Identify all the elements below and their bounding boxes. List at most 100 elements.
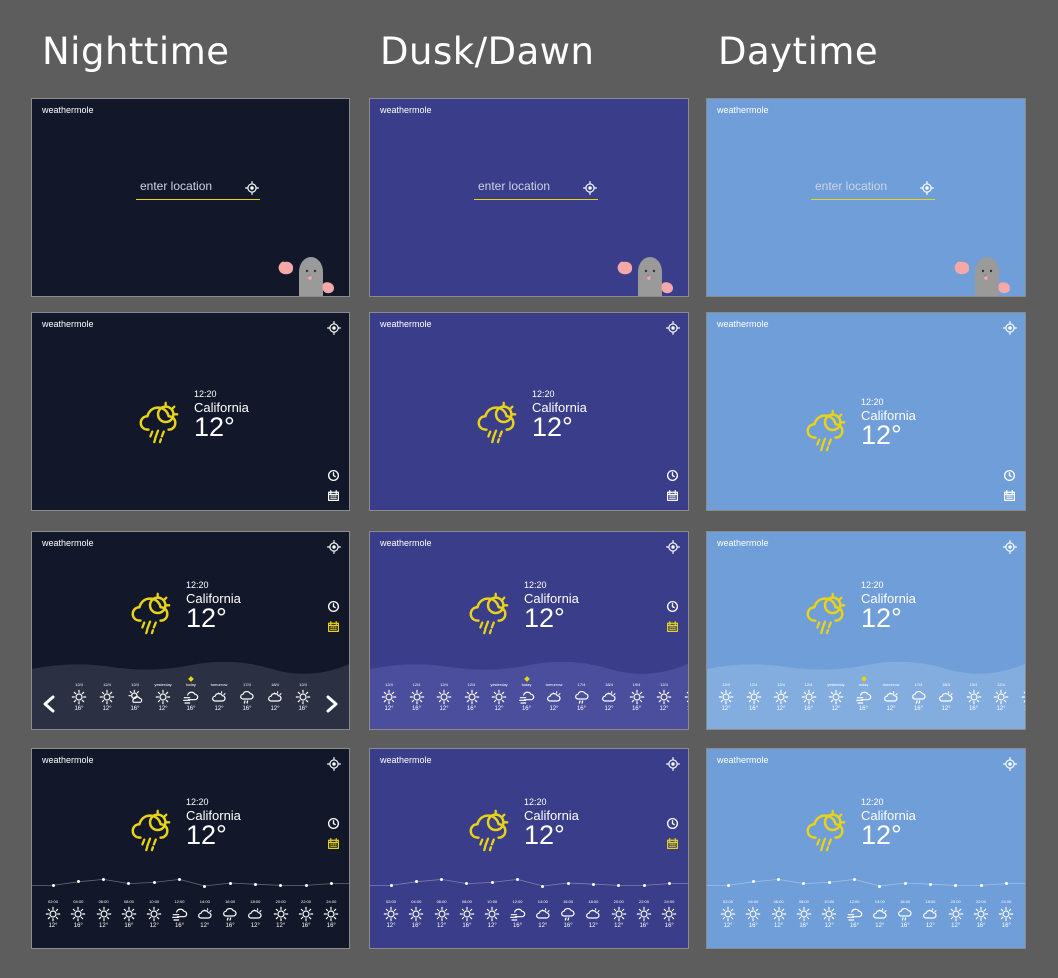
forecast-day[interactable]: today 16°: [178, 682, 204, 713]
forecast-day[interactable]: 19/4 16°: [961, 682, 987, 713]
forecast-day[interactable]: 12/4 12°: [94, 682, 120, 713]
forecast-hour[interactable]: 18:00 12°: [580, 899, 606, 930]
calendar-icon[interactable]: [666, 489, 679, 502]
forecast-day[interactable]: 12/4 16°: [290, 682, 316, 713]
forecast-day[interactable]: yesterday 12°: [150, 682, 176, 713]
forecast-hour[interactable]: 22:00 16°: [968, 899, 994, 930]
clock-icon[interactable]: [327, 469, 340, 482]
chevron-right-icon[interactable]: [325, 695, 339, 713]
forecast-day[interactable]: 12/4 16°: [66, 682, 92, 713]
forecast-day[interactable]: 12/4 16°: [122, 682, 148, 713]
gps-target-icon[interactable]: [1003, 757, 1017, 771]
forecast-day[interactable]: 18/4 12°: [262, 682, 288, 713]
calendar-icon[interactable]: [666, 837, 679, 850]
forecast-hour[interactable]: 08:00 16°: [116, 899, 142, 930]
gps-target-icon[interactable]: [1003, 321, 1017, 335]
chevron-left-icon[interactable]: [42, 695, 56, 713]
forecast-hour[interactable]: 10:00 12°: [141, 899, 167, 930]
location-pin-icon[interactable]: [920, 181, 934, 195]
forecast-hour[interactable]: 14:00 12°: [530, 899, 556, 930]
forecast-day[interactable]: 18/4 12°: [933, 682, 959, 713]
location-search[interactable]: enter location: [811, 179, 935, 200]
forecast-hour[interactable]: 18:00 12°: [917, 899, 943, 930]
forecast-hour[interactable]: 06:00 12°: [91, 899, 117, 930]
forecast-day[interactable]: 17/4 16°: [906, 682, 932, 713]
clock-icon[interactable]: [327, 600, 340, 613]
forecast-day[interactable]: 12/4 16°: [404, 682, 430, 713]
forecast-day[interactable]: today 16°: [514, 682, 540, 713]
clock-icon[interactable]: [666, 817, 679, 830]
forecast-day[interactable]: yesterday 12°: [823, 682, 849, 713]
forecast-hour[interactable]: 04:00 16°: [740, 899, 766, 930]
clock-icon[interactable]: [666, 600, 679, 613]
gps-target-icon[interactable]: [666, 321, 680, 335]
forecast-hour[interactable]: 20:00 12°: [606, 899, 632, 930]
forecast-hour[interactable]: 24:00 16°: [656, 899, 682, 930]
forecast-hour[interactable]: 14:00 12°: [192, 899, 218, 930]
gps-target-icon[interactable]: [327, 757, 341, 771]
forecast-hour[interactable]: 18:00 12°: [242, 899, 268, 930]
forecast-day[interactable]: tomorrow 12°: [878, 682, 904, 713]
clock-icon[interactable]: [666, 469, 679, 482]
forecast-day[interactable]: 12/4 16°: [459, 682, 485, 713]
location-search[interactable]: enter location: [136, 179, 260, 200]
forecast-hour[interactable]: 12:00 16°: [167, 899, 193, 930]
forecast-day[interactable]: 17/4 16°: [569, 682, 595, 713]
location-pin-icon[interactable]: [583, 181, 597, 195]
forecast-day[interactable]: 12/4 12°: [651, 682, 677, 713]
forecast-day[interactable]: 12/4 12°: [768, 682, 794, 713]
forecast-hour[interactable]: 02:00 12°: [378, 899, 404, 930]
forecast-hour[interactable]: 22:00 16°: [293, 899, 319, 930]
gps-target-icon[interactable]: [666, 540, 680, 554]
location-search[interactable]: enter location: [474, 179, 598, 200]
clock-icon[interactable]: [327, 817, 340, 830]
forecast-hour[interactable]: 04:00 16°: [403, 899, 429, 930]
forecast-day[interactable]: 12/4 16°: [679, 682, 688, 713]
forecast-day[interactable]: 12/4 16°: [741, 682, 767, 713]
forecast-hour[interactable]: 06:00 12°: [766, 899, 792, 930]
forecast-day[interactable]: 19/4 16°: [624, 682, 650, 713]
calendar-icon[interactable]: [327, 489, 340, 502]
forecast-hour[interactable]: 12:00 16°: [505, 899, 531, 930]
calendar-icon[interactable]: [666, 620, 679, 633]
forecast-hour[interactable]: 16:00 16°: [217, 899, 243, 930]
forecast-hour[interactable]: 20:00 12°: [268, 899, 294, 930]
forecast-day[interactable]: 12/4 12°: [431, 682, 457, 713]
forecast-day[interactable]: 12/4 12°: [988, 682, 1014, 713]
gps-target-icon[interactable]: [1003, 540, 1017, 554]
calendar-icon[interactable]: [1003, 489, 1016, 502]
forecast-hour[interactable]: 24:00 16°: [993, 899, 1019, 930]
forecast-hour[interactable]: 22:00 16°: [631, 899, 657, 930]
forecast-day[interactable]: 12/4 16°: [796, 682, 822, 713]
forecast-hour[interactable]: 24:00 16°: [318, 899, 344, 930]
forecast-hour[interactable]: 02:00 12°: [715, 899, 741, 930]
forecast-hour[interactable]: 02:00 12°: [40, 899, 66, 930]
forecast-day[interactable]: yesterday 12°: [486, 682, 512, 713]
location-pin-icon[interactable]: [245, 181, 259, 195]
forecast-day[interactable]: 12/4 16°: [1016, 682, 1025, 713]
forecast-day[interactable]: tomorrow 12°: [541, 682, 567, 713]
forecast-day[interactable]: 12/4 12°: [376, 682, 402, 713]
calendar-icon[interactable]: [327, 620, 340, 633]
forecast-hour[interactable]: 16:00 16°: [555, 899, 581, 930]
gps-target-icon[interactable]: [666, 757, 680, 771]
forecast-hour[interactable]: 08:00 16°: [791, 899, 817, 930]
forecast-day[interactable]: today 16°: [851, 682, 877, 713]
gps-target-icon[interactable]: [327, 321, 341, 335]
gps-target-icon[interactable]: [327, 540, 341, 554]
forecast-day[interactable]: tomorrow 12°: [206, 682, 232, 713]
forecast-day[interactable]: 17/4 16°: [234, 682, 260, 713]
forecast-hour[interactable]: 10:00 12°: [479, 899, 505, 930]
clock-icon[interactable]: [1003, 469, 1016, 482]
forecast-hour[interactable]: 10:00 12°: [816, 899, 842, 930]
forecast-hour[interactable]: 08:00 16°: [454, 899, 480, 930]
forecast-day[interactable]: 12/4 12°: [713, 682, 739, 713]
forecast-hour[interactable]: 14:00 12°: [867, 899, 893, 930]
forecast-day[interactable]: 18/4 12°: [596, 682, 622, 713]
calendar-icon[interactable]: [327, 837, 340, 850]
forecast-hour[interactable]: 12:00 16°: [842, 899, 868, 930]
forecast-hour[interactable]: 06:00 12°: [429, 899, 455, 930]
forecast-hour[interactable]: 20:00 12°: [943, 899, 969, 930]
forecast-hour[interactable]: 16:00 16°: [892, 899, 918, 930]
forecast-hour[interactable]: 04:00 16°: [65, 899, 91, 930]
